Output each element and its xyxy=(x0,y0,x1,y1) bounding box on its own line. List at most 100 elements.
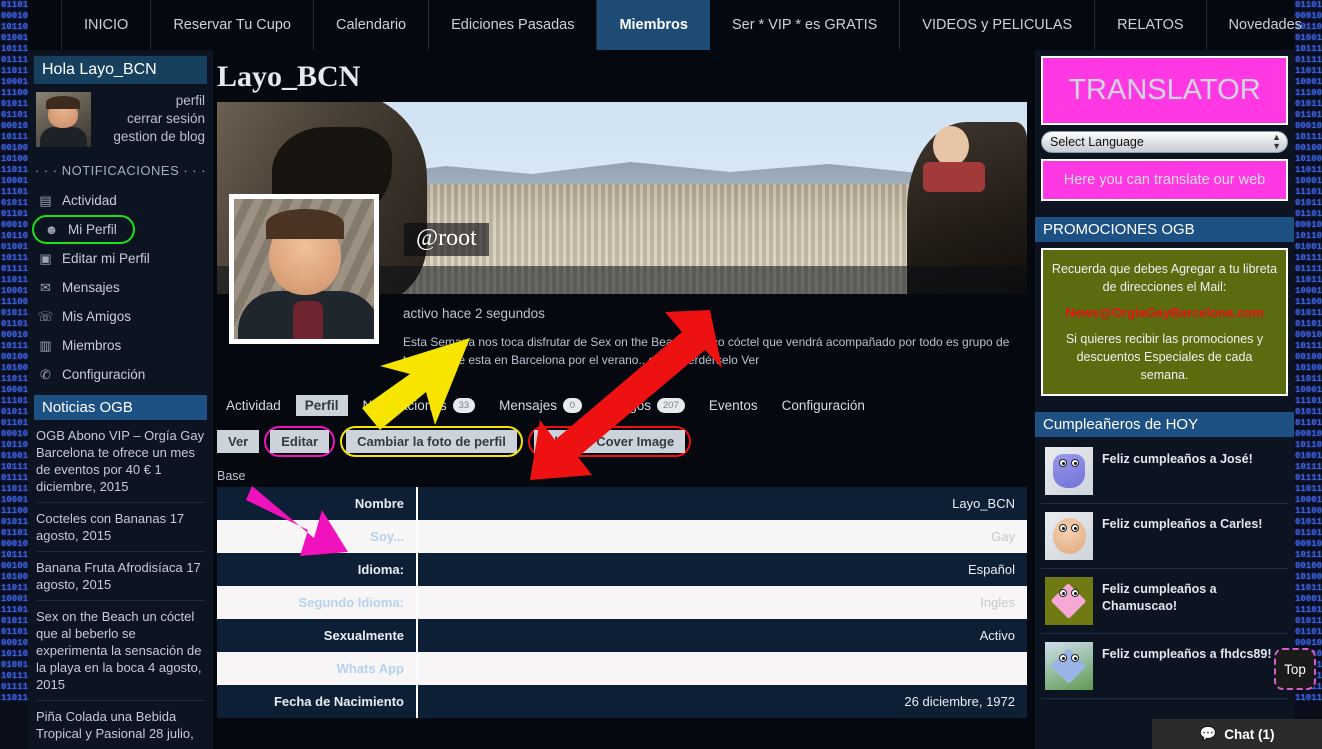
news-item[interactable]: Piña Colada una Bebida Tropical y Pasion… xyxy=(36,701,205,749)
list-icon: ▤ xyxy=(39,192,52,208)
tab-badge: 0 xyxy=(562,398,582,413)
birthday-text: Feliz cumpleaños a fhdcs89! xyxy=(1102,647,1272,661)
profile-handle: @root xyxy=(416,225,477,251)
sidebar-item-label: Actividad xyxy=(62,193,117,208)
annotation-ring-yellow: Cambiar la foto de perfil xyxy=(340,426,523,457)
top-navigation: INICIO Reservar Tu Cupo Calendario Edicione… xyxy=(28,0,1302,50)
field-value xyxy=(417,652,1027,685)
news-item[interactable]: Sex on the Beach un cóctel que al beberl… xyxy=(36,601,205,701)
sidebar-item-configuraci-n[interactable]: ✆ Configuración xyxy=(28,360,213,389)
sidebar-item-label: Miembros xyxy=(62,338,122,353)
list-item[interactable]: Feliz cumpleaños a Carles! xyxy=(1041,504,1288,569)
sidebar-item-editar-mi-perfil[interactable]: ▣ Editar mi Perfil xyxy=(28,244,213,273)
field-label: Idioma: xyxy=(217,553,418,586)
table-row: Soy... Gay xyxy=(217,520,1027,553)
nav-item-inicio[interactable]: INICIO xyxy=(61,0,152,50)
tab-badge: 33 xyxy=(452,398,476,413)
table-row: Idioma: Español xyxy=(217,553,1027,586)
translator-title: TRANSLATOR xyxy=(1041,56,1288,125)
profile-avatar[interactable] xyxy=(229,194,379,344)
sidebar-item-miembros[interactable]: ▥ Miembros xyxy=(28,331,213,360)
field-value: Activo xyxy=(417,619,1027,652)
promo-box: Recuerda que debes Agregar a tu libreta … xyxy=(1041,248,1288,396)
avatar[interactable] xyxy=(1045,577,1093,625)
list-item[interactable]: Feliz cumpleaños a José! xyxy=(1041,439,1288,504)
user-links: perfil cerrar sesión gestion de blog xyxy=(99,92,205,147)
left-sidebar: Hola Layo_BCN perfil cerrar sesión gestion… xyxy=(28,50,213,749)
list-item[interactable]: Feliz cumpleaños a fhdcs89! xyxy=(1041,634,1288,699)
nav-item-ser-vip-es-gratis[interactable]: Ser * VIP * es GRATIS xyxy=(710,0,901,50)
chat-bar[interactable]: 💬 Chat (1) xyxy=(1152,719,1322,749)
list-item[interactable]: Feliz cumpleaños a Chamuscao! xyxy=(1041,569,1288,634)
tab-label: Notificaciones xyxy=(362,398,447,413)
tab-amigos[interactable]: Amigos 207 xyxy=(597,395,694,416)
page-title: Layo_BCN xyxy=(217,60,361,93)
tab-mensajes[interactable]: Mensajes 0 xyxy=(490,395,591,416)
envelope-icon: ✉ xyxy=(40,279,51,295)
profile-tabs: Actividad Perfil Notificaciones 33 Mensajes 0… xyxy=(217,395,1035,416)
chat-icon: 💬 xyxy=(1199,726,1217,741)
sidebar-item-actividad[interactable]: ▤ Actividad xyxy=(28,186,213,215)
table-row: Fecha de Nacimiento 26 diciembre, 1972 xyxy=(217,685,1027,718)
table-row: Nombre Layo_BCN xyxy=(217,487,1027,520)
user-link-gestion[interactable]: gestion de blog xyxy=(99,128,205,146)
sidebar-item-label: Editar mi Perfil xyxy=(62,251,150,266)
news-item[interactable]: OGB Abono VIP – Orgía Gay Barcelona te o… xyxy=(36,420,205,503)
subnav-cambiar-la-foto-de-perfil[interactable]: Cambiar la foto de perfil xyxy=(346,430,517,453)
key-icon: ✆ xyxy=(40,366,51,382)
field-label: Sexualmente xyxy=(217,619,418,652)
tab-perfil[interactable]: Perfil xyxy=(295,395,348,416)
scroll-to-top-button[interactable]: Top xyxy=(1274,648,1316,690)
contacts-icon: ▥ xyxy=(39,337,52,353)
avatar[interactable] xyxy=(1045,447,1093,495)
tab-eventos[interactable]: Eventos xyxy=(700,395,767,416)
promo-email[interactable]: News@OrgiaGayBarcelona.com xyxy=(1051,304,1278,322)
tab-notificaciones[interactable]: Notificaciones 33 xyxy=(354,395,485,416)
news-item[interactable]: Cocteles con Bananas 17 agosto, 2015 xyxy=(36,503,205,552)
profile-bio: Esta Semana nos toca disfrutar de Sex on… xyxy=(403,335,1010,367)
users-icon: ☏ xyxy=(37,308,54,324)
birthday-text: Feliz cumpleaños a José! xyxy=(1102,452,1253,466)
table-row: Sexualmente Activo xyxy=(217,619,1027,652)
user-icon: ☻ xyxy=(44,222,59,237)
user-link-perfil[interactable]: perfil xyxy=(99,92,205,110)
binary-background-right: 01101 00010 10110 01001 10111 01111 1101… xyxy=(1294,0,1322,749)
tab-configuraci-n[interactable]: Configuración xyxy=(773,395,874,416)
notifications-header: · · · NOTIFICACIONES · · · xyxy=(34,163,207,178)
avatar[interactable] xyxy=(1045,642,1093,690)
subnav-ver[interactable]: Ver xyxy=(217,430,260,453)
language-select-value: Select Language xyxy=(1050,135,1144,149)
news-item[interactable]: Banana Fruta Afrodisíaca 17 agosto, 2015 xyxy=(36,552,205,601)
language-select[interactable]: Select Language ▲ ▼ xyxy=(1041,131,1288,153)
nav-item-reservar-tu-cupo[interactable]: Reservar Tu Cupo xyxy=(151,0,314,50)
nav-item-miembros[interactable]: Miembros xyxy=(597,0,710,50)
field-value: Ingles xyxy=(417,586,1027,619)
birthday-list: Feliz cumpleaños a José! Feliz cumpleaños… xyxy=(1035,437,1294,705)
field-value: Español xyxy=(417,553,1027,586)
nav-item-relatos[interactable]: RELATOS xyxy=(1095,0,1207,50)
sidebar-item-label: Mis Amigos xyxy=(62,309,132,324)
user-link-cerrar[interactable]: cerrar sesión xyxy=(99,110,205,128)
tab-label: Mensajes xyxy=(499,398,557,413)
subnav-change-cover-image[interactable]: Change Cover Image xyxy=(533,430,686,453)
subnav-editar[interactable]: Editar xyxy=(270,430,330,453)
field-value: Layo_BCN xyxy=(417,487,1027,520)
sidebar-item-mis-amigos[interactable]: ☏ Mis Amigos xyxy=(28,302,213,331)
tab-label: Configuración xyxy=(781,398,865,413)
sidebar-item-mensajes[interactable]: ✉ Mensajes xyxy=(28,273,213,302)
birthday-header: Cumpleañeros de HOY xyxy=(1035,412,1294,437)
sidebar-item-label: Mi Perfil xyxy=(68,222,117,237)
chevron-updown-icon: ▲ ▼ xyxy=(1272,132,1281,151)
sidebar-nav: ▤ Actividad ☻ Mi Perfil ▣ Editar mi Perfil ✉ Me… xyxy=(28,186,213,389)
avatar[interactable] xyxy=(36,92,91,147)
tab-label: Perfil xyxy=(304,398,339,413)
tab-actividad[interactable]: Actividad xyxy=(217,395,290,416)
profile-meta: activo hace 2 segundos Esta Semana nos t… xyxy=(403,294,1035,369)
nav-item-videos-y-peliculas[interactable]: VIDEOS y PELICULAS xyxy=(900,0,1096,50)
nav-item-calendario[interactable]: Calendario xyxy=(314,0,430,50)
nav-item-ediciones-pasadas[interactable]: Ediciones Pasadas xyxy=(429,0,598,50)
tab-badge: 207 xyxy=(656,398,685,413)
nav-item-novedades[interactable]: Novedades xyxy=(1207,0,1322,50)
avatar[interactable] xyxy=(1045,512,1093,560)
sidebar-item-mi-perfil[interactable]: ☻ Mi Perfil xyxy=(32,215,135,244)
